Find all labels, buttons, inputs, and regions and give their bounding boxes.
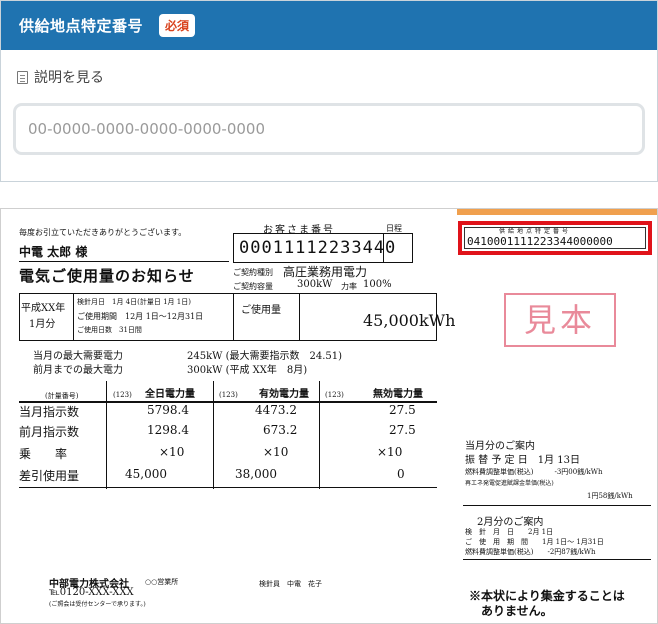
document-icon [17, 70, 28, 84]
orange-accent-bar [457, 209, 657, 215]
usage-value: 45,000kWh [363, 311, 456, 330]
row-value: 45,000 [125, 467, 167, 481]
row-value: 4473.2 [255, 403, 297, 417]
power-factor: 100% [363, 279, 392, 290]
period-year: 平成XX年 [21, 303, 66, 314]
supply-point-input[interactable] [13, 103, 645, 155]
contract-type: 高圧業務用電力 [283, 265, 368, 279]
office-name: ○○営業所 [145, 578, 179, 586]
divider [19, 401, 437, 403]
row-value: 27.5 [389, 423, 416, 437]
divider [463, 559, 651, 560]
power-factor-label: 力率 [341, 282, 357, 291]
phone-note: (ご照会は受付センターで承ります。) [49, 601, 146, 608]
row-value: 38,000 [235, 467, 277, 481]
transfer-date: 振 替 予 定 日 1月 13日 [465, 455, 580, 466]
row-label: 乗 率 [19, 447, 68, 461]
col-code-1: (123) [113, 391, 132, 399]
divider [463, 505, 651, 506]
max-demand-month: 245kW (最大需要指示数 24.51) [187, 351, 343, 362]
divider [213, 381, 214, 489]
divider [319, 381, 320, 489]
row-value: 673.2 [263, 423, 298, 437]
usage-days: ご使用日数 31日間 [77, 326, 142, 334]
row-value: 27.5 [389, 403, 416, 417]
renewable-label: 再エネ発電促進賦課金単価(税込) [465, 480, 554, 487]
renewable-value: 1円58銭/kWh [587, 492, 633, 500]
contract-type-label: ご契約種別 [233, 268, 273, 277]
divider [19, 487, 437, 488]
divider [19, 261, 229, 262]
row-label: 差引使用量 [19, 469, 80, 483]
next-period: ご 使 用 期 間 1月 1日～ 1月31日 [465, 538, 604, 546]
next-month-title: 2月分のご案内 [477, 517, 544, 528]
divider [233, 293, 234, 341]
contract-capacity-label: ご契約容量 [233, 282, 273, 291]
phone-number: ℡0120-XXX-XXX [49, 587, 134, 598]
meter-reader: 検針員 中電 花子 [259, 580, 322, 588]
divider [383, 233, 384, 263]
row-value: ×10 [377, 445, 403, 459]
usage-period: ご使用期間 12月 1日～12月31日 [77, 312, 204, 321]
col-code-2: (123) [219, 391, 238, 399]
row-value: ×10 [159, 445, 185, 459]
next-reading: 検 針 月 日 2月 1日 [465, 528, 554, 536]
form-header: 供給地点特定番号 必須 [1, 1, 657, 50]
col-code-3: (123) [325, 391, 344, 399]
row-label: 当月指示数 [19, 405, 80, 419]
reading-date: 検針月日 1月 4日(計量日 1月 1日) [77, 298, 191, 306]
row-value: ×10 [263, 445, 289, 459]
contract-capacity: 300kW [297, 279, 333, 290]
row-value: 0 [397, 467, 405, 481]
required-badge: 必須 [159, 14, 196, 37]
col-header-1: 全日電力量 [145, 389, 195, 400]
supply-point-highlight [458, 221, 652, 255]
customer-number: 00011112233440 [239, 238, 397, 258]
supply-point-form: 供給地点特定番号 必須 説明を見る [0, 0, 658, 182]
max-demand-prev: 300kW (平成 XX年 8月) [187, 365, 308, 376]
customer-name: 中電 太郎 様 [19, 245, 88, 259]
explain-link[interactable]: 説明を見る [17, 67, 104, 87]
divider [73, 293, 74, 341]
fuel-adjust: 燃料費調整単価(税込) -3円00銭/kWh [465, 468, 603, 476]
form-title: 供給地点特定番号 [19, 17, 144, 35]
notice-title: 電気ご使用量のお知らせ [19, 267, 195, 285]
divider [299, 293, 300, 341]
footer-note-2: ありません。 [481, 604, 553, 618]
this-month-title: 当月分のご案内 [465, 441, 535, 452]
sample-stamp: 見本 [504, 293, 616, 347]
row-label: 前月指示数 [19, 425, 80, 439]
max-demand-month-label: 当月の最大需要電力 [33, 351, 123, 362]
meter-header: (計量番号) [45, 392, 79, 400]
explain-link-label: 説明を見る [34, 70, 104, 86]
max-demand-prev-label: 前月までの最大電力 [33, 365, 123, 376]
bill-greeting: 毎度お引立ていただきありがとうございます。 [19, 228, 187, 237]
next-fuel: 燃料費調整単価(税込) -2円87銭/kWh [465, 548, 596, 556]
divider [106, 381, 107, 489]
usage-label: ご使用量 [241, 305, 281, 316]
row-value: 1298.4 [147, 423, 189, 437]
col-header-2: 有効電力量 [259, 389, 309, 400]
col-header-3: 無効電力量 [373, 389, 423, 400]
period-month: 1月分 [29, 319, 56, 330]
sample-bill-image: 毎度お引立ていただきありがとうございます。 中電 太郎 様 お客さま番号 日程 … [0, 208, 658, 624]
row-value: 5798.4 [147, 403, 189, 417]
